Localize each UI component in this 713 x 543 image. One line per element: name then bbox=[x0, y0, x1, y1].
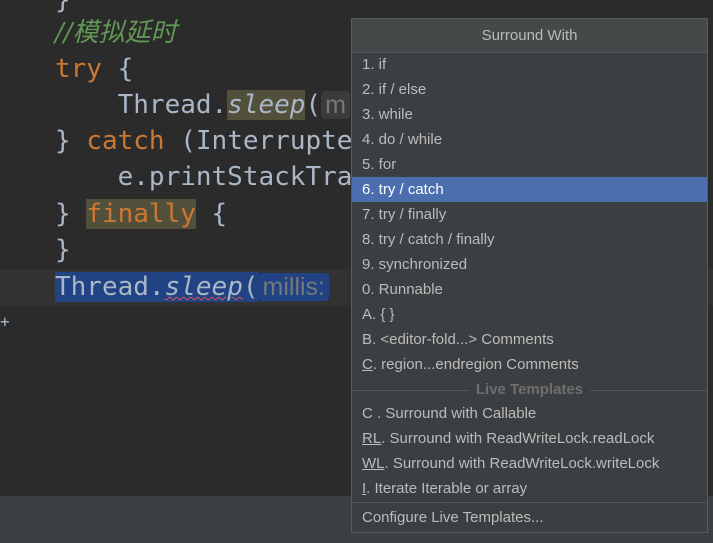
menu-item-synchronized[interactable]: 9. synchronized bbox=[352, 252, 707, 277]
menu-item-if[interactable]: 1. if bbox=[352, 52, 707, 77]
code-line-closing-brace[interactable]: } bbox=[55, 232, 71, 268]
code-brace: } bbox=[55, 199, 87, 229]
code-text: { bbox=[101, 54, 134, 84]
code-comment: //模拟延时 bbox=[55, 18, 177, 48]
keyword-try: try bbox=[55, 54, 102, 84]
surround-with-popup: Surround With 1. if 2. if / else 3. whil… bbox=[351, 18, 708, 533]
menu-item-while[interactable]: 3. while bbox=[352, 102, 707, 127]
footer-divider bbox=[352, 502, 707, 503]
template-surround-callable[interactable]: C . Surround with Callable bbox=[352, 401, 707, 426]
code-text: Thread. bbox=[55, 272, 165, 302]
code-text: Thread. bbox=[55, 90, 228, 120]
code-text: } bbox=[55, 235, 71, 265]
menu-item-braces[interactable]: A. { } bbox=[352, 302, 707, 327]
keyword-finally: finally bbox=[86, 199, 196, 229]
parameter-hint: m bbox=[321, 91, 350, 119]
menu-item-do-while[interactable]: 4. do / while bbox=[352, 127, 707, 152]
menu-item-if-else[interactable]: 2. if / else bbox=[352, 77, 707, 102]
template-iterate[interactable]: I. Iterate Iterable or array bbox=[352, 476, 707, 501]
code-line-finally[interactable]: } finally { bbox=[55, 196, 227, 232]
menu-item-try-finally[interactable]: 7. try / finally bbox=[352, 202, 707, 227]
code-text: { bbox=[195, 199, 228, 229]
template-writelock[interactable]: WL. Surround with ReadWriteLock.writeLoc… bbox=[352, 451, 707, 476]
code-paren: ( bbox=[242, 272, 259, 302]
menu-item-for[interactable]: 5. for bbox=[352, 152, 707, 177]
code-line-comment[interactable]: //模拟延时 bbox=[55, 15, 177, 51]
menu-item-region-comments[interactable]: C. region...endregion Comments bbox=[352, 352, 707, 377]
popup-title: Surround With bbox=[352, 19, 707, 53]
code-line-thread-sleep-selected[interactable]: Thread.sleep(millis: bbox=[55, 269, 330, 305]
code-text: e.printStackTra bbox=[55, 162, 353, 192]
keyword-catch: catch bbox=[86, 126, 165, 156]
live-templates-label: Live Templates bbox=[475, 381, 584, 398]
code-text: } bbox=[55, 0, 71, 15]
method-sleep: sleep bbox=[164, 272, 243, 302]
code-line-catch[interactable]: } catch (Interrupte bbox=[55, 123, 352, 159]
menu-item-try-catch[interactable]: 6. try / catch bbox=[352, 177, 707, 202]
code-paren: ( bbox=[305, 90, 322, 120]
fold-marker-icon[interactable]: + bbox=[0, 314, 10, 330]
menu-item-editor-fold-comments[interactable]: B. <editor-fold...> Comments bbox=[352, 327, 707, 352]
menu-item-runnable[interactable]: 0. Runnable bbox=[352, 277, 707, 302]
code-text: (Interrupte bbox=[164, 126, 353, 156]
method-sleep: sleep bbox=[227, 90, 306, 120]
configure-live-templates-link[interactable]: Configure Live Templates... bbox=[352, 505, 707, 530]
parameter-hint: millis: bbox=[258, 273, 330, 301]
code-line-print-stack[interactable]: e.printStackTra bbox=[55, 159, 353, 195]
code-brace: } bbox=[55, 126, 87, 156]
menu-item-try-catch-finally[interactable]: 8. try / catch / finally bbox=[352, 227, 707, 252]
template-readlock[interactable]: RL. Surround with ReadWriteLock.readLock bbox=[352, 426, 707, 451]
code-line-thread-sleep-inner[interactable]: Thread.sleep(m bbox=[55, 87, 350, 123]
live-templates-separator: Live Templates bbox=[352, 379, 707, 401]
code-line-try[interactable]: try { bbox=[55, 51, 133, 87]
